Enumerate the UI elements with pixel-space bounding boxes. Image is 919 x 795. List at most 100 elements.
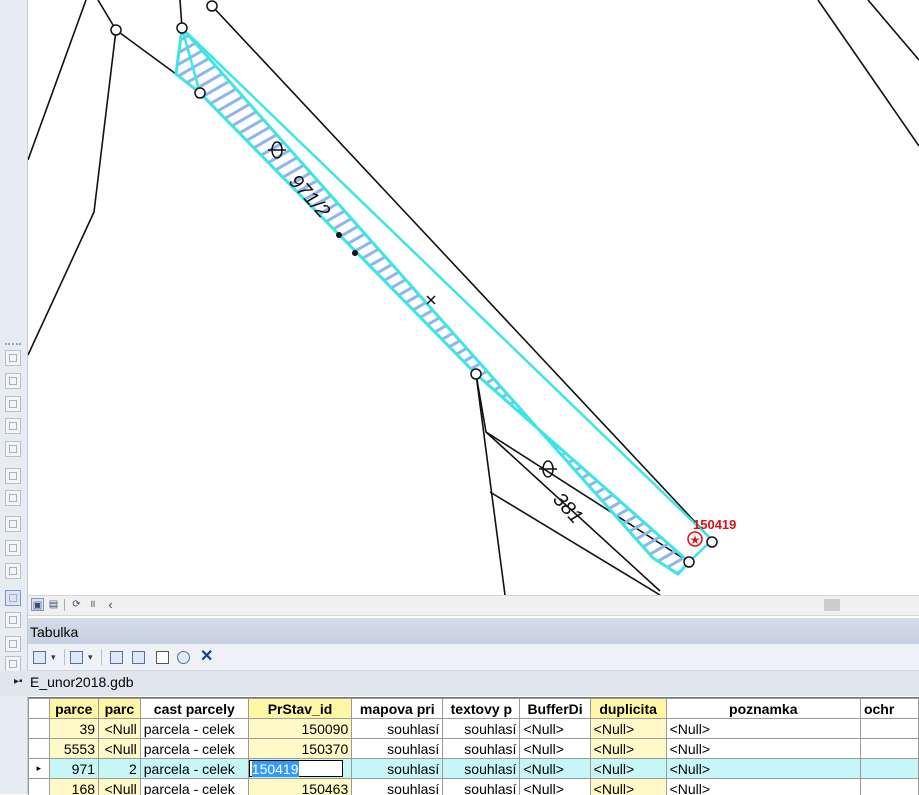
column-header[interactable]: parce	[49, 699, 98, 719]
table-row[interactable]: 39<Nullparcela - celek150090souhlasísouh…	[29, 719, 919, 739]
table-options-icon[interactable]	[5, 636, 21, 652]
column-header[interactable]: cast parcely	[140, 699, 248, 719]
table-options-icon[interactable]	[33, 649, 46, 665]
table-cell[interactable]: souhlasí	[352, 779, 443, 795]
table-cell[interactable]	[860, 779, 918, 795]
pause-icon[interactable]: ॥	[86, 598, 99, 611]
horizontal-scrollbar-thumb[interactable]	[824, 599, 840, 611]
zoom-in-icon[interactable]	[5, 468, 21, 484]
layout-view-icon[interactable]	[5, 612, 21, 628]
table-cell[interactable]: <Null>	[666, 739, 860, 759]
row-selector-header[interactable]	[29, 699, 50, 719]
row-selector[interactable]: ▸	[29, 759, 50, 779]
table-cell[interactable]	[860, 719, 918, 739]
column-header[interactable]: BufferDi	[520, 699, 590, 719]
table-cell[interactable]: <Null	[99, 719, 141, 739]
table-cell[interactable]: 150370	[248, 739, 351, 759]
table-cell[interactable]: <Null>	[590, 759, 666, 779]
column-header[interactable]: poznamka	[666, 699, 860, 719]
column-header[interactable]: parc	[99, 699, 141, 719]
layer-icon[interactable]	[5, 373, 21, 389]
table-cell[interactable]: <Null>	[590, 779, 666, 795]
table-cell[interactable]: 168	[49, 779, 98, 795]
table-cell[interactable]: <Null>	[590, 719, 666, 739]
table-cell[interactable]: souhlasí	[352, 759, 443, 779]
row-selector[interactable]	[29, 719, 50, 739]
clear-selection-icon[interactable]	[156, 649, 169, 665]
zoom-out-icon[interactable]	[5, 490, 21, 506]
table-header-row: parce parc cast parcely PrStav_id mapova…	[29, 699, 919, 719]
table-row[interactable]: 5553<Nullparcela - celek150370souhlasíso…	[29, 739, 919, 759]
table-row[interactable]: ▸9712parcela - celek150419 souhlasísouhla…	[29, 759, 919, 779]
table-toolbar: ▾ ▾ ✕	[28, 644, 919, 671]
column-header[interactable]: ochr	[860, 699, 918, 719]
table-cell[interactable]	[860, 759, 918, 779]
table-cell[interactable]: <Null>	[520, 719, 590, 739]
table-cell[interactable]: <Null>	[666, 719, 860, 739]
table-menu-arrow-icon[interactable]: ▸▪	[14, 676, 23, 687]
forward-extent-icon[interactable]	[5, 540, 21, 556]
table-cell[interactable]: parcela - celek	[140, 779, 248, 795]
column-header[interactable]: PrStav_id	[248, 699, 351, 719]
table-cell[interactable]: <Null>	[590, 739, 666, 759]
table-cell[interactable]: 5553	[49, 739, 98, 759]
map-view[interactable]: 971/2 381 ★ 150419	[28, 0, 919, 595]
table-cell[interactable]: 971	[49, 759, 98, 779]
scroll-left-icon[interactable]: ‹	[104, 598, 117, 611]
select-features-icon[interactable]	[5, 563, 21, 579]
point-label: 150419	[693, 517, 736, 532]
layer-tab-bar: ▸▪ E_unor2018.gdb	[0, 671, 919, 696]
dropdown-arrow-icon[interactable]: ▾	[88, 649, 93, 665]
fixed-zoom-icon[interactable]	[5, 441, 21, 457]
table-row[interactable]: 168<Nullparcela - celek150463souhlasísou…	[29, 779, 919, 795]
data-view-icon[interactable]: ▣	[31, 598, 44, 611]
row-selector[interactable]	[29, 779, 50, 795]
related-tables-icon[interactable]	[70, 649, 83, 665]
table-cell[interactable]: <Null>	[520, 779, 590, 795]
table-cell[interactable]: <Null>	[666, 759, 860, 779]
table-cell[interactable]: parcela - celek	[140, 759, 248, 779]
column-header[interactable]: duplicita	[590, 699, 666, 719]
table-cell[interactable]: 2	[99, 759, 141, 779]
switch-selection-icon[interactable]	[132, 649, 145, 665]
related-tables-icon[interactable]	[5, 656, 21, 672]
select-by-attributes-icon[interactable]	[110, 649, 123, 665]
layout-view-icon[interactable]: ▤	[47, 598, 60, 611]
layer-tab[interactable]: E_unor2018.gdb	[30, 674, 134, 690]
zoom-full-icon[interactable]	[5, 418, 21, 434]
zoom-to-selected-icon[interactable]	[177, 649, 190, 665]
table-cell[interactable]: 39	[49, 719, 98, 739]
table-cell[interactable]: 150463	[248, 779, 351, 795]
table-cell[interactable]: souhlasí	[443, 759, 520, 779]
table-cell[interactable]: <Null	[99, 779, 141, 795]
table-cell[interactable]	[860, 739, 918, 759]
pan-hand-icon[interactable]	[5, 396, 21, 412]
table-cell[interactable]: <Null>	[520, 739, 590, 759]
table-cell[interactable]: <Null	[99, 739, 141, 759]
dropdown-arrow-icon[interactable]: ▾	[51, 649, 56, 665]
table-cell[interactable]: souhlasí	[352, 739, 443, 759]
delete-selected-icon[interactable]: ✕	[200, 649, 213, 665]
column-header[interactable]: mapova pri	[352, 699, 443, 719]
table-cell[interactable]: <Null>	[666, 779, 860, 795]
table-cell[interactable]: 150090	[248, 719, 351, 739]
table-cell[interactable]: souhlasí	[443, 739, 520, 759]
table-cell[interactable]: 150419	[248, 759, 351, 779]
data-view-icon[interactable]	[5, 590, 21, 606]
row-selector[interactable]	[29, 739, 50, 759]
strip-separator	[64, 599, 65, 611]
table-cell[interactable]: parcela - celek	[140, 719, 248, 739]
back-extent-icon[interactable]	[5, 516, 21, 532]
column-header[interactable]: textovy p	[443, 699, 520, 719]
map-canvas[interactable]: 971/2 381 ★ 150419	[28, 0, 919, 595]
add-data-icon[interactable]	[5, 350, 21, 366]
attribute-table[interactable]: parce parc cast parcely PrStav_id mapova…	[28, 697, 919, 795]
table-cell[interactable]: <Null>	[520, 759, 590, 779]
refresh-icon[interactable]: ⟳	[70, 598, 83, 611]
table-cell[interactable]: souhlasí	[443, 779, 520, 795]
table-cell[interactable]: souhlasí	[443, 719, 520, 739]
cell-editor-input[interactable]: 150419	[249, 760, 343, 777]
point-marker-icon[interactable]: ★	[688, 532, 702, 547]
table-cell[interactable]: parcela - celek	[140, 739, 248, 759]
table-cell[interactable]: souhlasí	[352, 719, 443, 739]
